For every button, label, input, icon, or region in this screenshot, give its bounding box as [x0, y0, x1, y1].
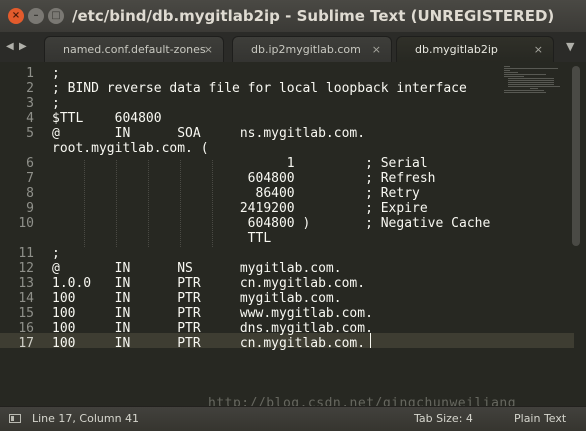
close-icon[interactable]: ×	[372, 37, 381, 63]
code-line: 1.0.0 IN PTR cn.mygitlab.com.	[52, 276, 366, 291]
text-cursor	[370, 333, 371, 348]
close-icon[interactable]: ×	[534, 37, 543, 63]
code-line: root.mygitlab.com. (	[52, 141, 209, 156]
window-minimize-button[interactable]: –	[28, 8, 44, 24]
tab-next-icon[interactable]: ▶	[19, 32, 27, 62]
line-number: 14	[18, 291, 34, 306]
line-number: 12	[18, 261, 34, 276]
editor-area[interactable]: 1 2 3 4 5 6 7 8 9 10 11 12 13 14 15 16 1…	[0, 62, 586, 406]
code-line: ;	[52, 246, 60, 261]
code-line: @ IN NS mygitlab.com.	[52, 261, 342, 276]
close-icon[interactable]: ×	[204, 37, 213, 63]
vertical-scrollbar[interactable]	[572, 66, 580, 246]
title-bar: × – □ /etc/bind/db.mygitlab2ip - Sublime…	[0, 0, 586, 33]
code-line: 604800 ) ; Negative Cache	[52, 216, 491, 231]
line-number: 5	[26, 126, 34, 141]
minimap[interactable]	[504, 66, 564, 126]
line-number-gutter: 1 2 3 4 5 6 7 8 9 10 11 12 13 14 15 16 1…	[0, 62, 34, 406]
tab-size-selector[interactable]: Tab Size: 4	[414, 407, 473, 431]
line-number: 8	[26, 186, 34, 201]
line-number: 3	[26, 96, 34, 111]
tab-db-mygitlab2ip[interactable]: db.mygitlab2ip ×	[396, 36, 554, 62]
window-title: /etc/bind/db.mygitlab2ip - Sublime Text …	[72, 7, 555, 25]
code-line: TTL	[52, 231, 272, 246]
line-number: 9	[26, 201, 34, 216]
line-number: 7	[26, 171, 34, 186]
code-line: 86400 ; Retry	[52, 186, 420, 201]
line-number: 15	[18, 306, 34, 321]
tab-label: db.mygitlab2ip	[415, 43, 498, 56]
line-number: 1	[26, 66, 34, 81]
status-bar: Line 17, Column 41 Tab Size: 4 Plain Tex…	[0, 406, 586, 431]
line-number: 10	[18, 216, 34, 231]
code-line-current: 100 IN PTR cn.mygitlab.com.	[52, 336, 366, 351]
tab-label: named.conf.default-zones	[63, 43, 206, 56]
line-number: 11	[18, 246, 34, 261]
code-line: 604800 ; Refresh	[52, 171, 436, 186]
line-number: 13	[18, 276, 34, 291]
syntax-selector[interactable]: Plain Text	[514, 407, 566, 431]
code-line: @ IN SOA ns.mygitlab.com.	[52, 126, 366, 141]
panel-toggle-icon[interactable]	[9, 414, 21, 423]
window-close-button[interactable]: ×	[8, 8, 24, 24]
code-line: $TTL 604800	[52, 111, 162, 126]
code-line: 100 IN PTR dns.mygitlab.com.	[52, 321, 373, 336]
line-number: 2	[26, 81, 34, 96]
code-line: ;	[52, 66, 60, 81]
cursor-position: Line 17, Column 41	[32, 412, 140, 425]
line-number: 6	[26, 156, 34, 171]
tab-bar: ◀ ▶ named.conf.default-zones × db.ip2myg…	[0, 32, 586, 62]
line-number: 16	[18, 321, 34, 336]
code-line: ; BIND reverse data file for local loopb…	[52, 81, 467, 96]
line-number-current: 17	[18, 336, 34, 351]
code-line: 100 IN PTR www.mygitlab.com.	[52, 306, 373, 321]
line-number: 4	[26, 111, 34, 126]
code-line: 1 ; Serial	[52, 156, 428, 171]
tab-named-conf-default-zones[interactable]: named.conf.default-zones ×	[44, 36, 224, 62]
code-line: ;	[52, 96, 60, 111]
window-maximize-button[interactable]: □	[48, 8, 64, 24]
code-line: 100 IN PTR mygitlab.com.	[52, 291, 342, 306]
tab-db-ip2mygitlab[interactable]: db.ip2mygitlab.com ×	[232, 36, 392, 62]
tab-prev-icon[interactable]: ◀	[6, 32, 14, 62]
tab-label: db.ip2mygitlab.com	[251, 43, 361, 56]
code-line: 2419200 ; Expire	[52, 201, 428, 216]
tab-menu-icon[interactable]: ▼	[566, 32, 574, 62]
